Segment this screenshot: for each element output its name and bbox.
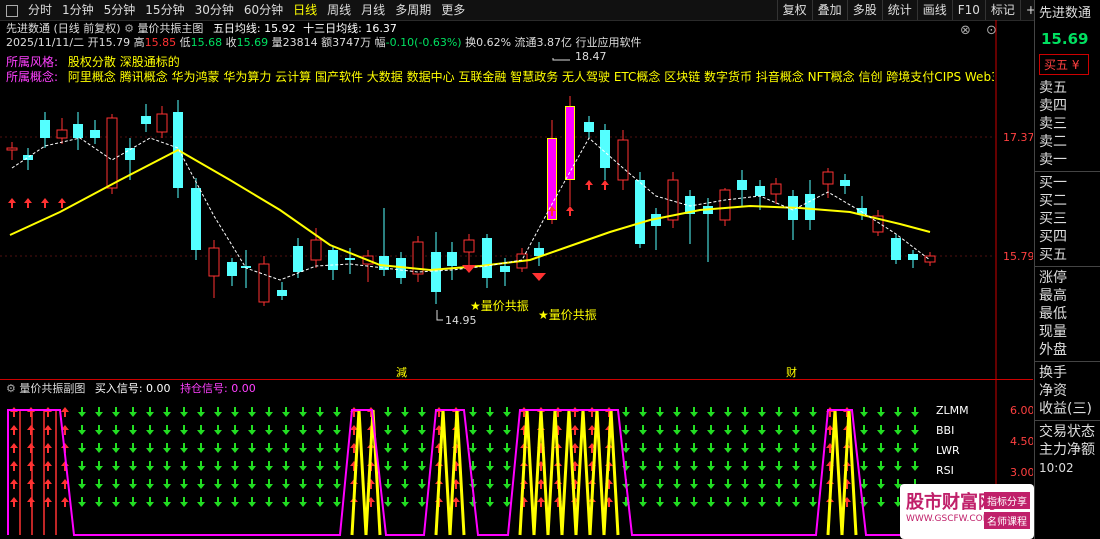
panel-field[interactable]: 买二 <box>1035 192 1100 210</box>
sub-indicator-chart[interactable]: ZLMM BBI LWR RSI 6.00 4.50 3.00 <box>0 380 1033 539</box>
panel-field[interactable]: 买四 <box>1035 228 1100 246</box>
quote-panel: 先进数通 15.69 买五 ¥ 卖五 卖四 卖三 卖二 卖一买一 买二 买三 买四 买五涨停 最高… <box>1034 0 1100 539</box>
panel-field[interactable]: 买一 <box>1035 174 1100 192</box>
panel-field[interactable]: 主力净额 <box>1035 441 1100 459</box>
sub-tick-6: 6.00 <box>1010 404 1033 417</box>
panel-field[interactable]: 外盘 <box>1035 341 1100 359</box>
period-tab[interactable]: 1分钟 <box>58 2 98 18</box>
event-marker-cai[interactable]: 财 <box>786 365 797 379</box>
signal-label-2: ★量价共振 <box>538 308 597 322</box>
period-tab[interactable]: 30分钟 <box>191 2 238 18</box>
panel-separator <box>1035 171 1100 172</box>
toolbar-button[interactable]: F10 <box>951 0 985 20</box>
legend-bbi: BBI <box>936 424 954 437</box>
trade-button[interactable]: 买五 ¥ <box>1039 54 1089 75</box>
panel-field[interactable]: 最低 <box>1035 305 1100 323</box>
panel-field[interactable]: 交易状态 <box>1035 423 1100 441</box>
panel-field[interactable]: 卖一 <box>1035 151 1100 169</box>
period-tab[interactable]: 周线 <box>323 2 355 18</box>
period-tabs: 分时 1分钟 5分钟 15分钟 30分钟 60分钟 日线 周线 月线 多周期 更多 <box>6 2 469 18</box>
panel-stock-name: 先进数通 <box>1039 6 1092 21</box>
panel-field[interactable]: 收益(三) <box>1035 400 1100 418</box>
panel-list: 卖五 卖四 卖三 卖二 卖一买一 买二 买三 买四 买五涨停 最高 最低 现量 外盘换手 净资 收益(三) 交… <box>1035 79 1100 459</box>
panel-field[interactable]: 卖四 <box>1035 97 1100 115</box>
panel-price: 15.69 <box>1041 30 1089 48</box>
panel-field[interactable]: 买五 <box>1035 246 1100 264</box>
toolbar-button[interactable]: 画线 <box>916 0 952 20</box>
low-mark-leader <box>436 310 443 321</box>
panel-separator <box>1035 420 1100 421</box>
toolbar-button[interactable]: 复权 <box>776 0 812 20</box>
legend-lwr: LWR <box>936 444 960 457</box>
watermark-tag1: 指标分享 <box>984 492 1030 509</box>
watermark-logo: 股市财富网 WWW.GSCFW.COM 指标分享 名师课程 <box>900 484 1034 539</box>
watermark-tag2: 名师课程 <box>984 512 1030 529</box>
panel-field[interactable]: 最高 <box>1035 287 1100 305</box>
period-tab[interactable]: 日线 <box>289 2 321 18</box>
toolbar: 分时 1分钟 5分钟 15分钟 30分钟 60分钟 日线 周线 月线 多周期 更多 复权 叠加 多股 统计… <box>0 0 1100 21</box>
candlestick-chart[interactable]: 17.37 15.79 18.47 14.95 ★量价共振 ★量价共振 減 财 <box>0 20 1033 380</box>
price-tick-low: 15.79 <box>1003 250 1033 263</box>
period-tab[interactable]: 多周期 <box>391 2 435 18</box>
panel-field[interactable]: 买三 <box>1035 210 1100 228</box>
event-marker-jian[interactable]: 減 <box>396 365 407 379</box>
toolbar-button[interactable]: 多股 <box>846 0 882 20</box>
candles <box>6 96 936 306</box>
high-mark-label: 18.47 <box>575 50 607 63</box>
period-tab[interactable]: 更多 <box>437 2 469 18</box>
period-tab[interactable]: 月线 <box>357 2 389 18</box>
signal-arrows <box>8 180 609 216</box>
panel-field[interactable]: 换手 <box>1035 364 1100 382</box>
signal-badge-1 <box>462 265 476 273</box>
period-tab[interactable]: 15分钟 <box>141 2 188 18</box>
signal-badge-2 <box>532 273 546 281</box>
period-tab[interactable]: 60分钟 <box>240 2 287 18</box>
toolbar-button[interactable]: 叠加 <box>811 0 847 20</box>
legend-rsi: RSI <box>936 464 954 477</box>
panel-field[interactable]: 涨停 <box>1035 269 1100 287</box>
sub-tick-45: 4.50 <box>1010 435 1033 448</box>
panel-time: 10:02 <box>1039 461 1074 475</box>
panel-field[interactable]: 净资 <box>1035 382 1100 400</box>
watermark-name: 股市财富网 <box>906 492 996 513</box>
toolbar-button[interactable]: 统计 <box>881 0 917 20</box>
sub-tick-3: 3.00 <box>1010 466 1033 479</box>
panel-field[interactable]: 卖三 <box>1035 115 1100 133</box>
toolbar-button[interactable]: 标记 <box>984 0 1020 20</box>
panel-field[interactable]: 现量 <box>1035 323 1100 341</box>
signal-line <box>7 409 930 536</box>
panel-field[interactable]: 卖二 <box>1035 133 1100 151</box>
period-tab[interactable]: 分时 <box>24 2 56 18</box>
price-tick-high: 17.37 <box>1003 131 1033 144</box>
sub-arrows <box>7 407 919 536</box>
period-tab[interactable]: 5分钟 <box>100 2 140 18</box>
signal-label-1: ★量价共振 <box>470 299 529 313</box>
legend-zlmm: ZLMM <box>936 404 969 417</box>
panel-field[interactable]: 卖五 <box>1035 79 1100 97</box>
low-mark-label: 14.95 <box>445 314 477 327</box>
watermark-url: WWW.GSCFW.COM <box>906 514 991 524</box>
panel-separator <box>1035 361 1100 362</box>
high-mark-leader <box>552 58 570 61</box>
window-icon[interactable] <box>6 5 18 17</box>
panel-separator <box>1035 266 1100 267</box>
